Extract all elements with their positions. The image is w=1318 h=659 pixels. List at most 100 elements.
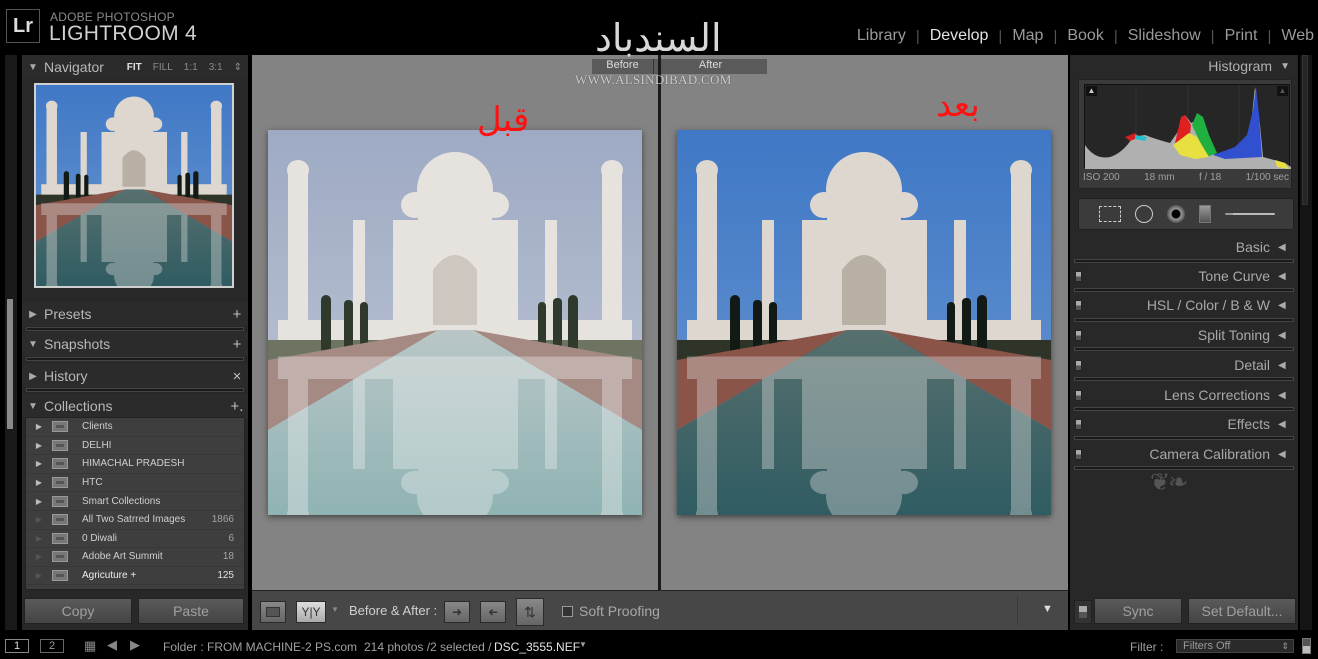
- collection-item[interactable]: ▶ Agricuture + 125: [26, 567, 244, 586]
- collection-item[interactable]: ▶ All Two Satrred Images 1866: [26, 511, 244, 530]
- crop-tool-icon[interactable]: [1099, 206, 1121, 222]
- toolbar-menu-icon[interactable]: ▼: [1042, 603, 1053, 615]
- graduated-filter-icon[interactable]: [1199, 205, 1211, 223]
- collection-item[interactable]: ▶ Adobe Art Summit 18: [26, 548, 244, 567]
- soft-proofing-toggle[interactable]: Soft Proofing: [562, 603, 660, 619]
- panel-switch[interactable]: [1075, 299, 1082, 311]
- snapshots-header[interactable]: ▼ Snapshots +: [22, 332, 248, 356]
- panel-switch[interactable]: [1075, 418, 1082, 430]
- section-tone-curve[interactable]: Tone Curve ◀: [1070, 264, 1298, 288]
- collection-item[interactable]: ▶ HIMACHAL PRADESH: [26, 455, 244, 474]
- panel-switch[interactable]: [1075, 389, 1082, 401]
- panel-switch[interactable]: [1075, 270, 1082, 282]
- module-print[interactable]: Print: [1225, 27, 1258, 45]
- panel-switch[interactable]: [1075, 448, 1082, 460]
- expand-arrow-icon[interactable]: ▶: [26, 422, 52, 431]
- zoom-3-1[interactable]: 3:1: [209, 62, 223, 73]
- module-web[interactable]: Web: [1281, 27, 1314, 45]
- sync-button[interactable]: Sync: [1094, 598, 1182, 624]
- section-split-toning[interactable]: Split Toning ◀: [1070, 323, 1298, 347]
- filename-dropdown-icon[interactable]: ▼: [579, 640, 587, 649]
- highlight-clipping-toggle[interactable]: ▲: [1277, 86, 1288, 96]
- section-camera-calibration[interactable]: Camera Calibration ◀: [1070, 442, 1298, 466]
- left-panel-scrollbar[interactable]: [5, 55, 17, 630]
- adjustment-brush-icon[interactable]: [1225, 213, 1275, 215]
- before-after-view-button[interactable]: Y|Y: [296, 601, 326, 623]
- collapse-triangle-icon[interactable]: ▼: [1280, 61, 1290, 72]
- add-snapshot-button[interactable]: +: [226, 336, 248, 353]
- folder-source[interactable]: Folder : FROM MACHINE-2 PS.com: [163, 640, 357, 654]
- collapse-triangle-icon[interactable]: ▼: [22, 62, 44, 73]
- copy-button[interactable]: Copy: [24, 598, 132, 624]
- filter-dropdown[interactable]: Filters Off ⇕: [1176, 639, 1294, 653]
- scrollbar-thumb[interactable]: [7, 299, 13, 429]
- soft-proofing-checkbox[interactable]: [562, 605, 573, 617]
- copy-after-to-before-button[interactable]: ➜: [480, 601, 506, 623]
- expand-triangle-icon[interactable]: ◀: [1278, 360, 1298, 371]
- collapse-triangle-icon[interactable]: ▼: [22, 401, 44, 412]
- module-slideshow[interactable]: Slideshow: [1128, 27, 1201, 45]
- module-library[interactable]: Library: [857, 27, 906, 45]
- expand-triangle-icon[interactable]: ◀: [1278, 330, 1298, 341]
- expand-arrow-icon[interactable]: ▶: [26, 478, 52, 487]
- collection-item[interactable]: ▶ Smart Collections: [26, 492, 244, 511]
- presets-header[interactable]: ▶ Presets +: [22, 302, 248, 326]
- zoom-stepper-icon[interactable]: ⇕: [234, 62, 242, 73]
- section-hsl-color-bw[interactable]: HSL / Color / B & W ◀: [1070, 293, 1298, 317]
- add-collection-button[interactable]: +.: [226, 398, 248, 415]
- loupe-view-button[interactable]: [260, 601, 286, 623]
- before-photo[interactable]: [268, 130, 642, 515]
- clear-history-button[interactable]: ×: [226, 368, 248, 385]
- panel-switch[interactable]: [1075, 359, 1082, 371]
- after-photo[interactable]: [677, 130, 1051, 515]
- module-develop[interactable]: Develop: [930, 27, 989, 45]
- section-effects[interactable]: Effects ◀: [1070, 412, 1298, 436]
- section-lens-corrections[interactable]: Lens Corrections ◀: [1070, 383, 1298, 407]
- expand-triangle-icon[interactable]: ▶: [22, 309, 44, 320]
- collection-item[interactable]: ▶ Clients: [26, 418, 244, 437]
- shadow-clipping-toggle[interactable]: ▲: [1086, 86, 1097, 96]
- expand-triangle-icon[interactable]: ◀: [1278, 271, 1298, 282]
- expand-triangle-icon[interactable]: ◀: [1278, 449, 1298, 460]
- expand-triangle-icon[interactable]: ◀: [1278, 419, 1298, 430]
- collapse-triangle-icon[interactable]: ▼: [22, 339, 44, 350]
- filter-lock-switch[interactable]: [1302, 638, 1311, 654]
- expand-triangle-icon[interactable]: ◀: [1278, 390, 1298, 401]
- zoom-fill[interactable]: FILL: [153, 62, 173, 73]
- current-filename[interactable]: DSC_3555.NEF: [494, 640, 580, 654]
- paste-button[interactable]: Paste: [138, 598, 244, 624]
- red-eye-tool-icon[interactable]: [1167, 205, 1185, 223]
- zoom-fit[interactable]: FIT: [127, 62, 142, 73]
- scrollbar-thumb[interactable]: [1302, 55, 1308, 205]
- collection-item[interactable]: ▶ DELHI: [26, 437, 244, 456]
- swap-before-after-button[interactable]: ⇅: [516, 598, 544, 626]
- module-map[interactable]: Map: [1012, 27, 1043, 45]
- set-default-button[interactable]: Set Default...: [1188, 598, 1296, 624]
- collection-item[interactable]: ▶ 0 Diwali 6: [26, 530, 244, 549]
- view-mode-dropdown-icon[interactable]: ▼: [331, 605, 339, 614]
- histogram-header[interactable]: Histogram ▼: [1070, 55, 1298, 77]
- history-header[interactable]: ▶ History ×: [22, 364, 248, 388]
- section-detail[interactable]: Detail ◀: [1070, 353, 1298, 377]
- spot-removal-tool-icon[interactable]: [1135, 205, 1153, 223]
- window-2-button[interactable]: 2: [40, 639, 64, 653]
- expand-triangle-icon[interactable]: ◀: [1278, 300, 1298, 311]
- zoom-1-1[interactable]: 1:1: [184, 62, 198, 73]
- back-arrow-icon[interactable]: ◀: [107, 637, 117, 653]
- section-basic[interactable]: Basic ◀: [1070, 235, 1298, 259]
- copy-before-to-after-button[interactable]: ➜: [444, 601, 470, 623]
- add-preset-button[interactable]: +: [226, 306, 248, 323]
- expand-arrow-icon[interactable]: ▶: [26, 459, 52, 468]
- expand-triangle-icon[interactable]: ▶: [22, 371, 44, 382]
- histogram-graph[interactable]: ▲ ▲: [1084, 84, 1291, 169]
- expand-arrow-icon[interactable]: ▶: [26, 497, 52, 506]
- right-panel-scrollbar[interactable]: [1300, 55, 1312, 630]
- forward-arrow-icon[interactable]: ▶: [130, 637, 140, 653]
- window-1-button[interactable]: 1: [5, 639, 29, 653]
- sync-switch[interactable]: [1074, 600, 1092, 624]
- grid-view-icon[interactable]: ▦: [84, 638, 96, 654]
- navigator-preview[interactable]: [34, 83, 234, 288]
- navigator-header[interactable]: ▼ Navigator FIT FILL 1:1 3:1 ⇕: [22, 55, 248, 79]
- collections-header[interactable]: ▼ Collections +.: [22, 394, 248, 418]
- module-book[interactable]: Book: [1067, 27, 1103, 45]
